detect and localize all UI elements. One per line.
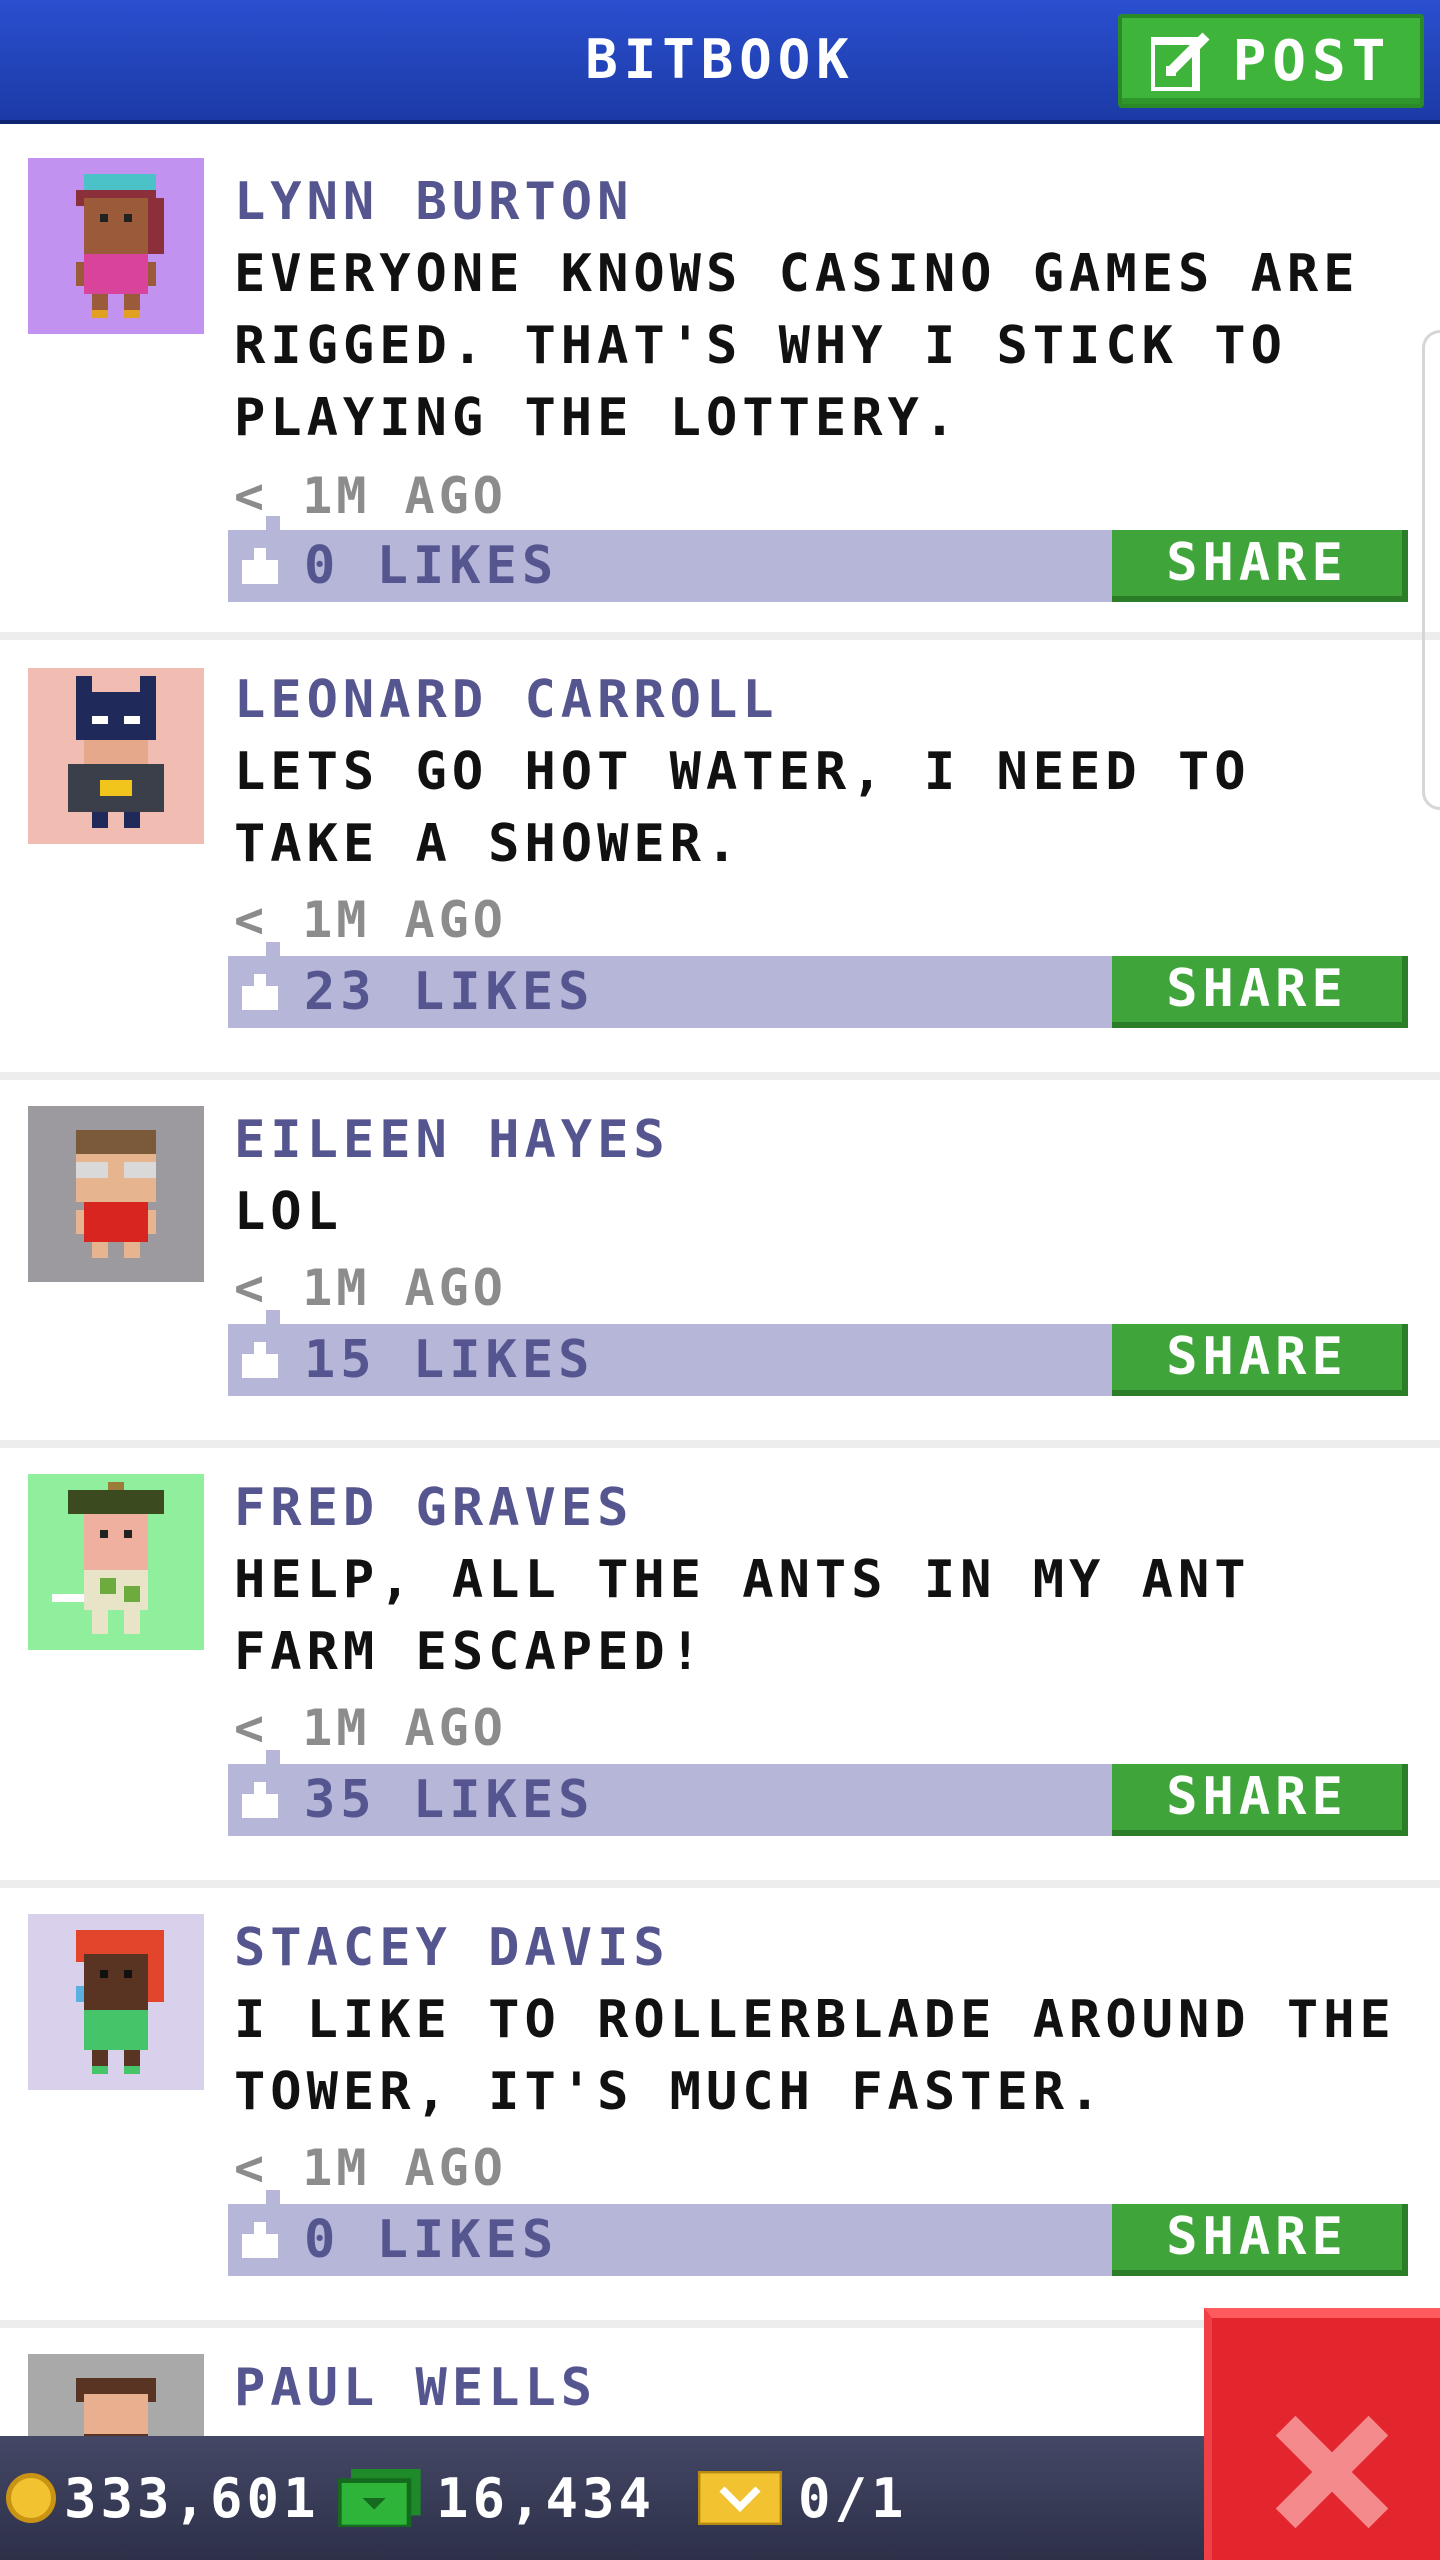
share-button[interactable]: SHARE (1112, 1764, 1408, 1836)
likes-count: 0 LIKES (304, 536, 559, 596)
feed-post: STACEY DAVIS I LIKE TO ROLLERBLADE AROUN… (0, 1888, 1440, 2328)
avatar-fred-icon (28, 1474, 204, 1650)
ticket-icon (698, 2471, 782, 2525)
tickets-stat: 0/1 (698, 2436, 908, 2560)
thumbs-up-icon[interactable] (242, 2222, 278, 2258)
post-message: EVERYONE KNOWS CASINO GAMES ARE RIGGED. … (234, 244, 1360, 448)
feed-post: LEONARD CARROLL LETS GO HOT WATER, I NEE… (0, 640, 1440, 1080)
thumbs-up-icon[interactable] (242, 974, 278, 1010)
likes-count: 0 LIKES (304, 2210, 559, 2270)
post-author[interactable]: PAUL WELLS (234, 2352, 597, 2424)
avatar[interactable] (28, 1474, 204, 1650)
post-author[interactable]: LEONARD CARROLL (234, 664, 779, 736)
scrollbar[interactable] (1422, 330, 1440, 810)
bux-stat: 16,434 (338, 2436, 655, 2560)
thumbs-up-icon[interactable] (242, 1342, 278, 1378)
post-author[interactable]: FRED GRAVES (234, 1472, 633, 1544)
post-author[interactable]: STACEY DAVIS (234, 1912, 670, 1984)
likes-bar: 35 LIKES SHARE (228, 1750, 1408, 1836)
coins-value: 333,601 (64, 2466, 320, 2530)
likes-bar: 0 LIKES SHARE (228, 516, 1408, 602)
coin-icon (6, 2473, 56, 2523)
likes-bar: 15 LIKES SHARE (228, 1310, 1408, 1396)
share-button[interactable]: SHARE (1112, 2204, 1408, 2276)
post-author[interactable]: EILEEN HAYES (234, 1104, 670, 1176)
share-button[interactable]: SHARE (1112, 956, 1408, 1028)
likes-count: 23 LIKES (304, 962, 595, 1022)
thumbs-up-icon[interactable] (242, 1782, 278, 1818)
post-message: HELP, ALL THE ANTS IN MY ANT FARM ESCAPE… (234, 1550, 1251, 1682)
coins-stat: 333,601 (6, 2436, 320, 2560)
avatar-batman-icon (28, 668, 204, 844)
post-button[interactable]: POST (1118, 14, 1424, 108)
post-author[interactable]: LYNN BURTON (234, 166, 633, 238)
avatar-eileen-icon (28, 1106, 204, 1282)
avatar[interactable] (28, 668, 204, 844)
likes-count: 15 LIKES (304, 1330, 595, 1390)
avatar-lynn-icon (28, 158, 204, 334)
tickets-value: 0/1 (798, 2466, 908, 2530)
close-button[interactable] (1204, 2308, 1440, 2560)
share-button[interactable]: SHARE (1112, 1324, 1408, 1396)
likes-count: 35 LIKES (304, 1770, 595, 1830)
close-icon (1275, 2415, 1389, 2529)
share-button[interactable]: SHARE (1112, 530, 1408, 602)
avatar[interactable] (28, 1106, 204, 1282)
thumbs-up-icon[interactable] (242, 548, 278, 584)
post-button-label: POST (1232, 28, 1392, 94)
post-message: LETS GO HOT WATER, I NEED TO TAKE A SHOW… (234, 742, 1251, 874)
post-message: LOL (234, 1182, 343, 1242)
avatar-stacey-icon (28, 1914, 204, 2090)
feed-post: EILEEN HAYES LOL < 1M AGO 15 LIKES SHARE (0, 1080, 1440, 1448)
likes-bar: 23 LIKES SHARE (228, 942, 1408, 1028)
post-message: I LIKE TO ROLLERBLADE AROUND THE TOWER, … (234, 1990, 1396, 2122)
bux-value: 16,434 (436, 2466, 656, 2530)
avatar[interactable] (28, 158, 204, 334)
feed-post: LYNN BURTON EVERYONE KNOWS CASINO GAMES … (0, 142, 1440, 640)
bux-icon (338, 2469, 421, 2527)
app-header: BITBOOK POST (0, 0, 1440, 124)
compose-icon (1150, 32, 1210, 91)
avatar[interactable] (28, 1914, 204, 2090)
likes-bar: 0 LIKES SHARE (228, 2190, 1408, 2276)
feed-post: FRED GRAVES HELP, ALL THE ANTS IN MY ANT… (0, 1448, 1440, 1888)
